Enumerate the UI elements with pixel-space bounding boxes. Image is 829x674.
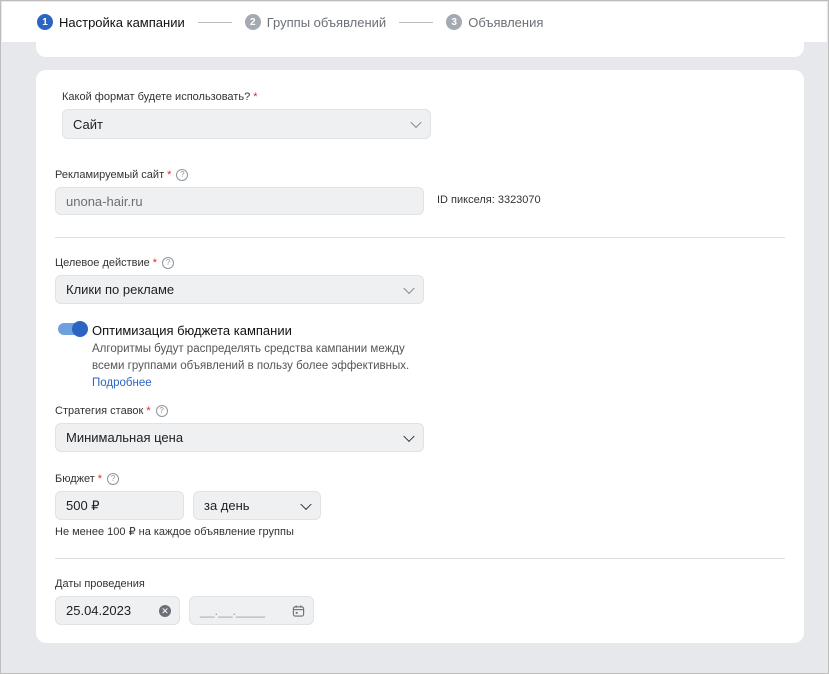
help-icon[interactable]: ?	[155, 405, 168, 417]
format-label: Какой формат будете использовать? *	[62, 91, 257, 103]
target-action-value: Клики по рекламе	[66, 282, 175, 297]
step-label-3: Объявления	[468, 14, 544, 30]
required-mark: *	[152, 257, 158, 269]
strategy-label-text: Стратегия ставок	[55, 405, 144, 417]
step-ads[interactable]: 3 Объявления	[446, 14, 543, 30]
bid-strategy-value: Минимальная цена	[66, 430, 184, 445]
optimization-description-text: Алгоритмы будут распределять средства ка…	[92, 343, 410, 372]
calendar-icon[interactable]	[292, 604, 305, 617]
step-campaign-settings[interactable]: 1 Настройка кампании	[37, 14, 185, 30]
budget-period-value: за день	[204, 498, 250, 513]
campaign-settings-card: Какой формат будете использовать? * Сайт…	[36, 70, 804, 643]
help-icon[interactable]: ?	[107, 473, 120, 485]
step-label-1: Настройка кампании	[59, 14, 185, 30]
section-divider	[55, 558, 785, 559]
target-action-select[interactable]: Клики по рекламе	[55, 275, 424, 304]
budget-label-text: Бюджет	[55, 473, 95, 485]
budget-input-value: 500 ₽	[66, 497, 100, 513]
target-label-text: Целевое действие	[55, 257, 150, 269]
section-divider	[55, 237, 785, 238]
dates-label: Даты проведения	[55, 578, 145, 590]
strategy-label: Стратегия ставок * ?	[55, 405, 168, 417]
help-icon[interactable]: ?	[176, 169, 189, 181]
step-number-3: 3	[446, 14, 463, 30]
chevron-down-icon	[403, 430, 415, 442]
step-ad-groups[interactable]: 2 Группы объявлений	[244, 14, 387, 30]
end-date-placeholder: __.__.____	[200, 603, 266, 618]
budget-input[interactable]: 500 ₽	[55, 491, 184, 520]
chevron-down-icon	[300, 498, 312, 510]
step-connector	[399, 21, 434, 23]
campaign-stepper: 1 Настройка кампании 2 Группы объявлений…	[2, 2, 827, 42]
budget-label: Бюджет * ?	[55, 473, 120, 485]
chevron-down-icon	[403, 282, 415, 294]
start-date-input[interactable]: 25.04.2023 ✕	[55, 596, 180, 625]
budget-optimization-toggle[interactable]	[58, 321, 88, 337]
budget-period-select[interactable]: за день	[193, 491, 321, 520]
start-date-value: 25.04.2023	[66, 603, 132, 618]
format-select-value: Сайт	[73, 116, 103, 132]
target-label: Целевое действие * ?	[55, 257, 175, 269]
step-number-1: 1	[37, 14, 53, 30]
pixel-id-text: ID пикселя: 3323070	[437, 194, 541, 206]
site-label: Рекламируемый сайт * ?	[55, 169, 189, 181]
learn-more-link[interactable]: Подробнее	[92, 377, 152, 389]
step-number-2: 2	[244, 14, 261, 30]
toggle-knob	[72, 321, 88, 337]
end-date-input[interactable]: __.__.____	[189, 596, 314, 625]
help-icon[interactable]: ?	[162, 257, 175, 269]
optimization-description: Алгоритмы будут распределять средства ка…	[92, 341, 432, 392]
format-label-text: Какой формат будете использовать?	[62, 91, 251, 103]
site-input: unona-hair.ru	[55, 187, 424, 215]
clear-icon[interactable]: ✕	[159, 604, 171, 617]
bid-strategy-select[interactable]: Минимальная цена	[55, 423, 424, 452]
previous-card	[36, 42, 804, 57]
required-mark: *	[253, 91, 258, 103]
site-input-value: unona-hair.ru	[66, 193, 143, 209]
required-mark: *	[146, 405, 151, 417]
window-frame: 1 Настройка кампании 2 Группы объявлений…	[0, 0, 829, 674]
dates-label-text: Даты проведения	[55, 578, 145, 590]
step-label-2: Группы объявлений	[266, 14, 387, 30]
step-connector	[197, 21, 232, 23]
required-mark: *	[167, 169, 172, 181]
optimization-title: Оптимизация бюджета кампании	[92, 323, 292, 338]
chevron-down-icon	[410, 116, 422, 129]
budget-hint: Не менее 100 ₽ на каждое объявление груп…	[55, 526, 294, 538]
required-mark: *	[97, 473, 103, 485]
site-label-text: Рекламируемый сайт	[55, 169, 165, 181]
format-select[interactable]: Сайт	[62, 109, 431, 139]
